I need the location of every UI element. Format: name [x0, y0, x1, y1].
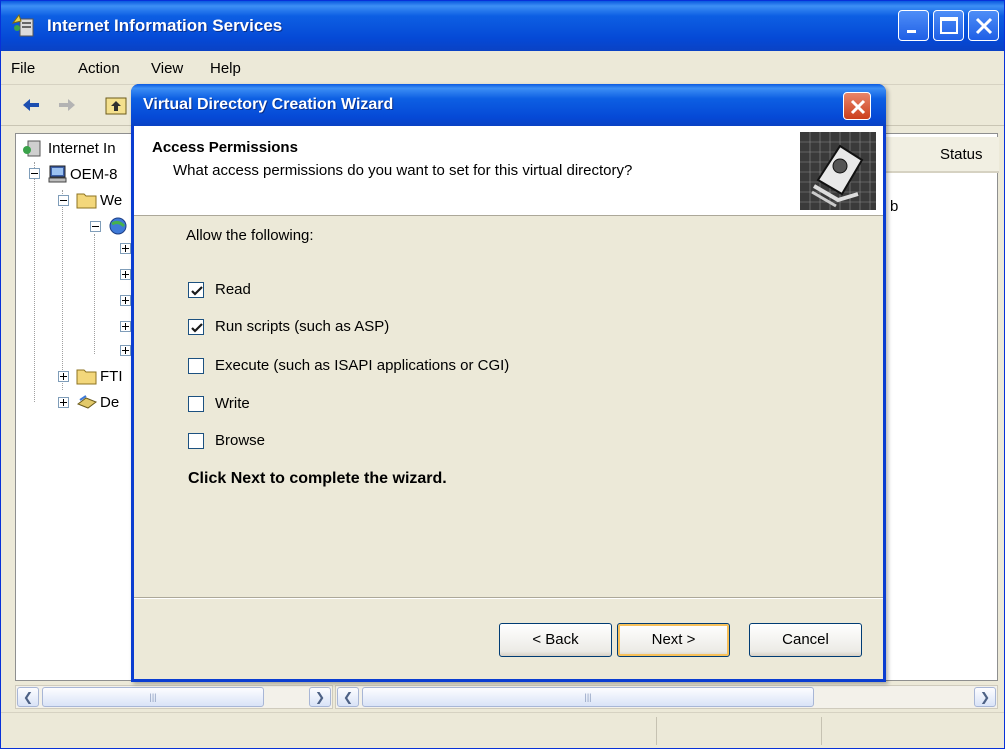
next-button[interactable]: Next >	[617, 623, 730, 657]
tree-line	[62, 190, 63, 390]
wizard-header: Access Permissions What access permissio…	[134, 126, 883, 216]
expand-icon[interactable]	[120, 295, 131, 306]
website-globe-icon	[108, 216, 128, 240]
status-bar	[1, 712, 1004, 748]
maximize-button[interactable]	[933, 10, 964, 41]
expand-icon[interactable]	[120, 269, 131, 280]
wizard-page-subtitle: What access permissions do you want to s…	[173, 162, 633, 179]
scroll-right-button[interactable]: ❯	[309, 687, 331, 707]
forward-arrow-icon[interactable]	[57, 95, 77, 119]
wizard-titlebar[interactable]: Virtual Directory Creation Wizard	[131, 84, 886, 126]
iis-root-icon	[22, 138, 42, 162]
expand-icon[interactable]	[58, 371, 69, 382]
tree-item-label: De	[100, 394, 120, 411]
wizard-header-icon	[800, 132, 876, 210]
read-label: Read	[215, 281, 251, 298]
window-title: Internet Information Services	[47, 16, 283, 35]
up-folder-icon[interactable]	[105, 95, 127, 121]
wizard-page-title: Access Permissions	[152, 139, 298, 156]
write-checkbox[interactable]	[188, 396, 204, 412]
expand-icon[interactable]	[120, 243, 131, 254]
allow-label: Allow the following:	[186, 227, 314, 244]
tree-item-label: OEM-8	[70, 166, 118, 183]
expand-icon[interactable]	[120, 321, 131, 332]
expand-icon[interactable]	[58, 397, 69, 408]
read-checkbox[interactable]	[188, 282, 204, 298]
run-scripts-label: Run scripts (such as ASP)	[215, 318, 390, 335]
wizard-title: Virtual Directory Creation Wizard	[143, 96, 394, 113]
smtp-icon	[76, 392, 98, 416]
menubar: File Action View Help	[1, 51, 1004, 85]
tree-item-label: FTI	[100, 368, 123, 385]
menu-view[interactable]: View	[151, 60, 183, 77]
scroll-thumb[interactable]: |||	[42, 687, 264, 707]
scroll-left-button[interactable]: ❮	[337, 687, 359, 707]
menu-action[interactable]: Action	[78, 60, 120, 77]
virtual-directory-wizard: Virtual Directory Creation Wizard Access…	[131, 84, 886, 682]
expand-icon[interactable]	[120, 345, 131, 356]
collapse-icon[interactable]	[90, 221, 101, 232]
minimize-button[interactable]	[898, 10, 929, 41]
run-scripts-checkbox[interactable]	[188, 319, 204, 335]
browse-label: Browse	[215, 432, 266, 449]
scroll-left-button[interactable]: ❮	[17, 687, 39, 707]
list-item-partial: b	[890, 198, 899, 215]
back-button[interactable]: < Back	[499, 623, 612, 657]
menu-help[interactable]: Help	[210, 60, 241, 77]
folder-icon	[76, 190, 98, 214]
tree-item-label: Internet In	[48, 140, 116, 157]
tree-line	[34, 162, 35, 402]
execute-checkbox[interactable]	[188, 358, 204, 374]
main-titlebar[interactable]: Internet Information Services	[1, 1, 1004, 51]
folder-icon	[76, 366, 98, 390]
collapse-icon[interactable]	[58, 195, 69, 206]
tree-hscrollbar[interactable]: ❮ ||| ❯	[15, 685, 333, 709]
wizard-divider	[134, 597, 883, 599]
close-button[interactable]	[968, 10, 999, 41]
list-hscrollbar[interactable]: ❮ ||| ❯	[335, 685, 998, 709]
status-divider	[656, 717, 657, 745]
wizard-close-button[interactable]	[843, 92, 871, 120]
status-divider	[821, 717, 822, 745]
wizard-hint-text: Click Next to complete the wizard.	[188, 470, 447, 487]
write-label: Write	[215, 395, 250, 412]
browse-checkbox[interactable]	[188, 433, 204, 449]
tree-item-label: We	[100, 192, 123, 209]
menu-file[interactable]: File	[11, 60, 35, 77]
collapse-icon[interactable]	[29, 168, 40, 179]
execute-label: Execute (such as ISAPI applications or C…	[215, 357, 510, 374]
back-arrow-icon[interactable]	[21, 95, 41, 119]
scroll-thumb[interactable]: |||	[362, 687, 814, 707]
iis-app-icon	[11, 13, 37, 39]
scroll-right-button[interactable]: ❯	[974, 687, 996, 707]
column-header-status[interactable]: Status	[883, 137, 999, 173]
computer-icon	[48, 164, 68, 188]
cancel-button[interactable]: Cancel	[749, 623, 862, 657]
tree-line	[94, 234, 95, 354]
